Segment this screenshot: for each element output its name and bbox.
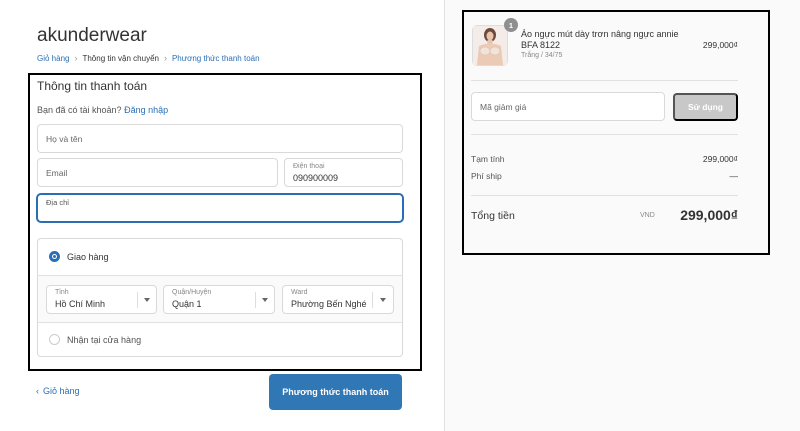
divider [471, 80, 738, 81]
address-placeholder: Địa chỉ [46, 198, 69, 207]
coupon-placeholder: Mã giảm giá [480, 102, 527, 112]
email-field[interactable]: Email [37, 158, 278, 187]
total-label: Tổng tiền [471, 210, 515, 222]
chevron-right-icon: › [74, 53, 78, 63]
product-variant: Trắng / 34/75 [521, 52, 563, 59]
select-divider [137, 292, 138, 308]
product-price: 299,000₫ [702, 40, 738, 50]
address-field[interactable]: Địa chỉ [37, 194, 403, 222]
continue-to-payment-button[interactable]: Phương thức thanh toán [269, 374, 402, 410]
breadcrumb: Giỏ hàng › Thông tin vận chuyển › Phương… [37, 53, 260, 63]
phone-label: Điện thoại [293, 163, 325, 170]
divider [471, 195, 738, 196]
shipping-fee-value: — [729, 171, 739, 181]
shipping-method-box: Giao hàng Tỉnh Hồ Chí Minh Quận/Huyện Qu… [37, 238, 403, 357]
login-link[interactable]: Đăng nhập [124, 105, 168, 115]
coupon-input[interactable]: Mã giảm giá [471, 92, 665, 121]
fullname-placeholder: Họ và tên [46, 134, 83, 144]
product-photo-icon [473, 26, 507, 65]
chevron-right-icon: › [163, 53, 167, 63]
store-logo[interactable]: akunderwear [37, 25, 147, 47]
back-to-cart-link[interactable]: ‹ Giỏ hàng [36, 386, 80, 396]
subtotal-label: Tạm tính [471, 154, 505, 164]
delivery-label[interactable]: Giao hàng [67, 252, 109, 262]
delivery-radio[interactable] [49, 251, 60, 262]
login-prompt: Bạn đã có tài khoản? Đăng nhập [37, 105, 168, 115]
address-selects: Tỉnh Hồ Chí Minh Quận/Huyện Quận 1 Ward … [38, 275, 402, 323]
subtotal-value: 299,000₫ [702, 154, 738, 164]
ward-select[interactable]: Ward Phường Bến Nghé [282, 285, 394, 314]
ward-label: Ward [291, 289, 308, 296]
email-placeholder: Email [46, 168, 68, 178]
breadcrumb-payment[interactable]: Phương thức thanh toán [172, 54, 260, 63]
chevron-left-icon: ‹ [36, 386, 39, 396]
shipping-fee-label: Phí ship [471, 171, 502, 181]
divider [471, 134, 738, 135]
breadcrumb-cart[interactable]: Giỏ hàng [37, 54, 69, 63]
product-name: Áo ngực mút dày trơn nâng ngực annie BFA… [521, 29, 679, 50]
total-value: 299,000₫ [680, 207, 738, 223]
district-value: Quận 1 [172, 299, 202, 309]
ward-value: Phường Bến Nghé [291, 299, 367, 309]
have-account-text: Bạn đã có tài khoản? [37, 105, 122, 115]
product-image [472, 25, 508, 66]
district-label: Quận/Huyện [172, 289, 212, 296]
province-label: Tỉnh [55, 289, 69, 296]
phone-field[interactable]: Điện thoại 090900009 [284, 158, 403, 187]
province-value: Hồ Chí Minh [55, 299, 106, 309]
pickup-label[interactable]: Nhận tại cửa hàng [67, 335, 141, 345]
select-divider [372, 292, 373, 308]
fullname-field[interactable]: Họ và tên [37, 124, 403, 153]
pickup-radio[interactable] [49, 334, 60, 345]
apply-coupon-button[interactable]: Sử dụng [673, 93, 738, 121]
breadcrumb-shipping: Thông tin vận chuyển [82, 53, 159, 63]
section-title: Thông tin thanh toán [37, 79, 148, 93]
select-divider [255, 292, 256, 308]
chevron-down-icon [380, 298, 386, 302]
currency-code: VND [640, 212, 655, 219]
province-select[interactable]: Tỉnh Hồ Chí Minh [46, 285, 157, 314]
quantity-badge: 1 [504, 18, 518, 32]
district-select[interactable]: Quận/Huyện Quận 1 [163, 285, 275, 314]
back-link-label: Giỏ hàng [43, 386, 80, 396]
chevron-down-icon [144, 298, 150, 302]
chevron-down-icon [262, 298, 268, 302]
phone-value: 090900009 [293, 173, 339, 183]
